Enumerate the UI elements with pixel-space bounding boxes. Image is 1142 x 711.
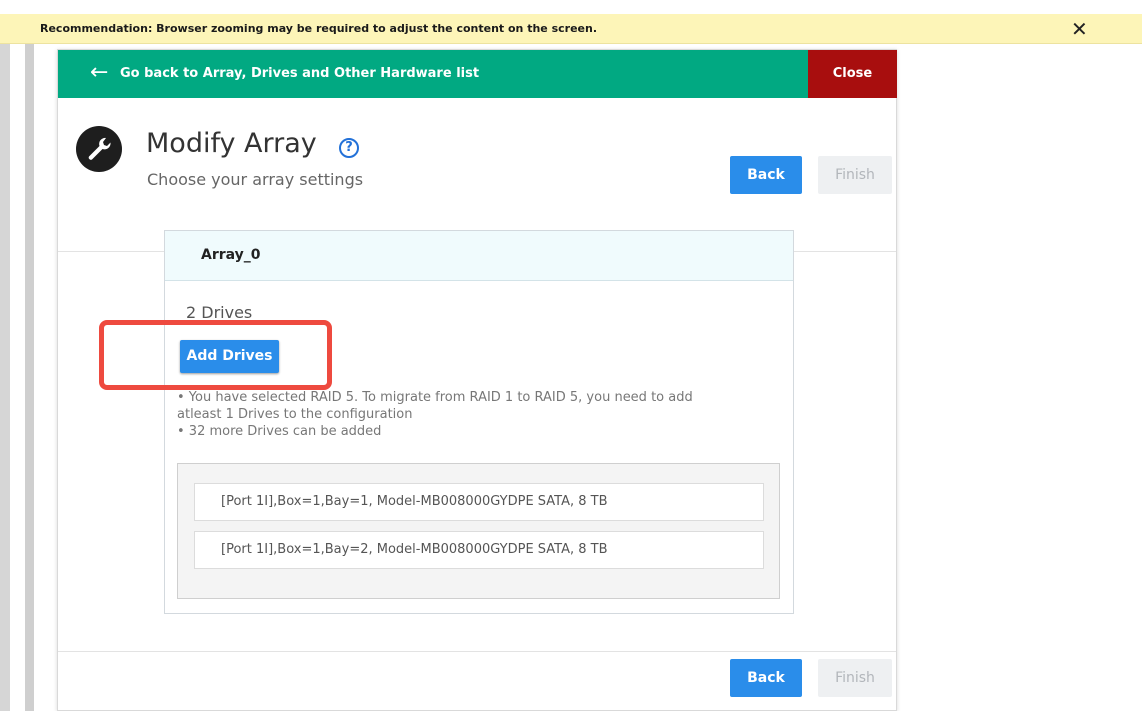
footer-back-button[interactable]: Back <box>730 659 802 697</box>
list-item[interactable]: [Port 1I],Box=1,Bay=1, Model-MB008000GYD… <box>194 483 764 521</box>
page-header: Modify Array ? Choose your array setting… <box>58 98 896 252</box>
back-button[interactable]: Back <box>730 156 802 194</box>
note-line: atleast 1 Drives to the configuration <box>177 407 413 422</box>
drive-count: 2 Drives <box>186 303 253 322</box>
footer-finish-button[interactable]: Finish <box>818 659 892 697</box>
banner-text: Recommendation: Browser zooming may be r… <box>40 22 598 35</box>
cropped-caption-strip <box>0 0 1142 14</box>
left-scroll-rail <box>0 44 34 711</box>
recommendation-banner: Recommendation: Browser zooming may be r… <box>0 14 1142 44</box>
modify-array-panel: ← Go back to Array, Drives and Other Har… <box>57 49 897 711</box>
wrench-icon <box>76 126 122 172</box>
help-icon[interactable]: ? <box>339 138 359 158</box>
note-line: • 32 more Drives can be added <box>177 424 382 439</box>
rail-left <box>0 44 10 711</box>
go-back-link[interactable]: ← Go back to Array, Drives and Other Har… <box>58 50 808 98</box>
add-drives-button[interactable]: Add Drives <box>180 340 279 373</box>
array-card-header: Array_0 <box>165 231 793 281</box>
array-name: Array_0 <box>201 247 261 263</box>
page-subtitle: Choose your array settings <box>147 170 364 189</box>
selected-drives-list: [Port 1I],Box=1,Bay=1, Model-MB008000GYD… <box>177 463 780 599</box>
close-icon[interactable]: ✕ <box>1071 17 1088 41</box>
close-button[interactable]: Close <box>808 50 897 98</box>
note-line: • You have selected RAID 5. To migrate f… <box>177 390 693 405</box>
page-title: Modify Array <box>146 128 317 159</box>
go-back-label: Go back to Array, Drives and Other Hardw… <box>120 66 480 81</box>
list-item[interactable]: [Port 1I],Box=1,Bay=2, Model-MB008000GYD… <box>194 531 764 569</box>
rail-right <box>25 44 34 711</box>
drive-notes: • You have selected RAID 5. To migrate f… <box>177 389 767 440</box>
footer-divider <box>58 651 896 652</box>
finish-button[interactable]: Finish <box>818 156 892 194</box>
arrow-left-icon: ← <box>90 60 109 85</box>
